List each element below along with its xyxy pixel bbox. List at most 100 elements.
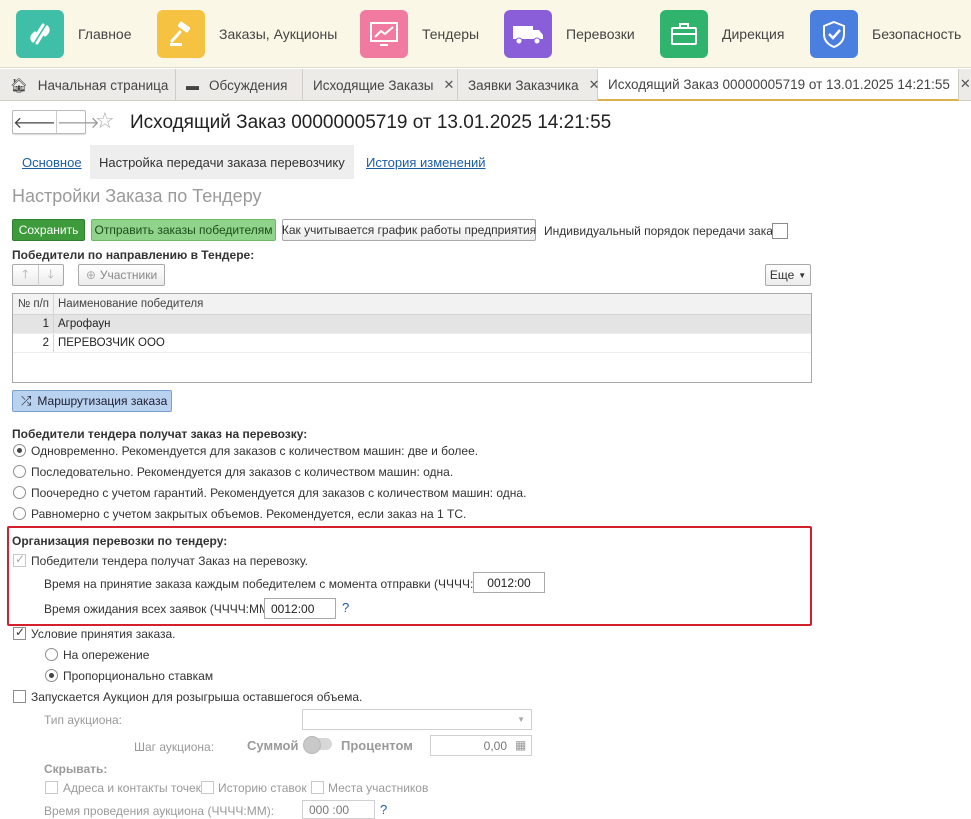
step-mode-toggle[interactable] — [303, 736, 332, 754]
tab-current-order[interactable]: Исходящий Заказ 00000005719 от 13.01.202… — [598, 69, 971, 101]
close-icon[interactable]: ✕ — [960, 76, 971, 92]
add-icon: ⊕ — [85, 268, 96, 282]
radio-sequential[interactable] — [13, 465, 26, 478]
section-orders[interactable]: Заказы, Аукционы — [157, 9, 337, 59]
subtab-main[interactable]: Основное — [22, 145, 82, 179]
tab-home[interactable]: 🏠︎ Начальная страница — [0, 69, 176, 101]
auction-duration-input[interactable]: 000 :00 — [302, 800, 375, 819]
column-number: № п/п — [13, 294, 54, 314]
subtab-transfer-settings[interactable]: Настройка передачи заказа перевозчику — [90, 145, 354, 179]
winners-table: № п/п Наименование победителя 1 Агрофаун… — [12, 293, 812, 383]
truck-icon — [504, 10, 552, 58]
row-number: 2 — [13, 334, 54, 352]
wait-time-input[interactable]: 0012:00 — [264, 598, 336, 619]
section-directorate-label: Дирекция — [722, 26, 785, 42]
send-to-winners-button[interactable]: Отправить заказы победителям — [91, 219, 276, 241]
accept-time-label: Время на принятие заказа каждым победите… — [44, 577, 501, 591]
wait-time-label: Время ожидания всех заявок (ЧЧЧЧ:ММ): — [44, 602, 277, 616]
hide-places-checkbox[interactable] — [311, 781, 324, 794]
star-icon[interactable]: ☆ — [95, 108, 115, 134]
radio-proportional-label: Пропорционально ставкам — [63, 669, 214, 683]
hide-places-label: Места участников — [328, 781, 429, 795]
briefcase-icon — [660, 10, 708, 58]
step-sum-label: Суммой — [247, 738, 299, 753]
history-nav: 🡐 🡒 — [12, 110, 100, 134]
distribution-heading: Победители тендера получат заказ на пере… — [12, 427, 308, 441]
row-number: 1 — [13, 315, 54, 333]
section-tenders[interactable]: Тендеры — [360, 9, 479, 59]
section-tenders-label: Тендеры — [422, 26, 480, 42]
participants-button-label: Участники — [99, 268, 158, 282]
auction-icon — [157, 10, 205, 58]
accept-time-input[interactable]: 0012:00 — [473, 572, 545, 593]
individual-order-checkbox[interactable] — [772, 223, 788, 239]
help-icon[interactable]: ? — [380, 802, 387, 817]
section-title: Настройки Заказа по Тендеру — [12, 186, 262, 206]
main-icon — [16, 10, 64, 58]
section-transport-label: Перевозки — [566, 26, 635, 42]
section-main-label: Главное — [78, 26, 132, 42]
work-schedule-button[interactable]: Как учитывается график работы предприяти… — [282, 219, 536, 241]
forward-arrow-icon[interactable]: 🡒 — [55, 111, 100, 133]
winners-receive-label: Победители тендера получат Заказ на пере… — [31, 554, 309, 568]
tab-discussions[interactable]: ▬ Обсуждения — [176, 69, 303, 101]
individual-order-label: Индивидуальный порядок передачи заказа: — [544, 224, 789, 238]
tab-outgoing-orders[interactable]: Исходящие Заказы ✕ — [303, 69, 458, 101]
section-directorate[interactable]: Дирекция — [660, 9, 784, 59]
auction-type-select[interactable]: ▼ — [302, 709, 532, 730]
move-up-icon[interactable]: 🡑 — [13, 265, 38, 286]
radio-ahead[interactable] — [45, 648, 58, 661]
move-down-icon[interactable]: 🡓 — [37, 264, 64, 286]
help-icon[interactable]: ? — [342, 600, 349, 615]
chevron-down-icon: ▼ — [517, 715, 525, 724]
radio-even[interactable] — [13, 507, 26, 520]
save-button[interactable]: Сохранить — [12, 219, 85, 241]
routing-button[interactable]: ⤮ Маршрутизация заказа — [12, 390, 172, 412]
tab-current-order-label: Исходящий Заказ 00000005719 от 13.01.202… — [608, 76, 950, 92]
page-title: Исходящий Заказ 00000005719 от 13.01.202… — [130, 112, 612, 133]
participants-button[interactable]: ⊕ Участники — [78, 264, 165, 286]
radio-proportional[interactable] — [45, 669, 58, 682]
hide-history-label: Историю ставок — [218, 781, 307, 795]
section-transport[interactable]: Перевозки — [504, 9, 635, 59]
home-icon: 🏠︎ — [10, 76, 28, 93]
hide-addresses-label: Адреса и контакты точек — [63, 781, 201, 795]
more-button[interactable]: Еще ▼ — [765, 264, 811, 286]
table-row[interactable]: 1 Агрофаун — [13, 315, 811, 334]
discussion-icon: ▬ — [186, 77, 199, 93]
hide-heading: Скрывать: — [44, 762, 108, 776]
acceptance-condition-checkbox[interactable] — [13, 625, 26, 640]
chart-icon — [360, 10, 408, 58]
auction-duration-label: Время проведения аукциона (ЧЧЧЧ:ММ): — [44, 804, 275, 818]
table-header: № п/п Наименование победителя — [13, 294, 811, 315]
routing-button-label: Маршрутизация заказа — [37, 394, 168, 408]
close-icon[interactable]: ✕ — [443, 77, 454, 93]
hide-history-checkbox[interactable] — [201, 781, 214, 794]
shield-icon — [810, 10, 858, 58]
organization-heading: Организация перевозки по тендеру: — [12, 534, 228, 548]
calculator-icon[interactable]: ▦ — [515, 738, 526, 752]
radio-simultaneous[interactable] — [13, 444, 26, 457]
table-row[interactable]: 2 ПЕРЕВОЗЧИК ООО — [13, 334, 811, 353]
radio-simultaneous-label: Одновременно. Рекомендуется для заказов … — [31, 444, 479, 458]
radio-guarantees-label: Поочередно с учетом гарантий. Рекомендуе… — [31, 486, 527, 500]
open-tabs-bar: 🏠︎ Начальная страница ▬ Обсуждения Исход… — [0, 69, 971, 101]
radio-sequential-label: Последовательно. Рекомендуется для заказ… — [31, 465, 454, 479]
auction-label: Запускается Аукцион для розыгрыша оставш… — [31, 690, 363, 704]
tab-discussions-label: Обсуждения — [209, 77, 288, 93]
tab-customer-requests-label: Заявки Заказчика — [468, 77, 579, 93]
acceptance-condition-label: Условие принятия заказа. — [31, 627, 176, 641]
section-main[interactable]: Главное — [16, 9, 132, 59]
subtab-history[interactable]: История изменений — [366, 145, 486, 179]
hide-addresses-checkbox[interactable] — [45, 781, 58, 794]
chevron-down-icon: ▼ — [798, 270, 807, 280]
radio-guarantees[interactable] — [13, 486, 26, 499]
move-buttons: 🡑 🡓 — [12, 264, 64, 286]
row-name: ПЕРЕВОЗЧИК ООО — [58, 337, 165, 349]
back-arrow-icon[interactable]: 🡐 — [13, 111, 56, 133]
tab-customer-requests[interactable]: Заявки Заказчика ✕ — [458, 69, 600, 101]
auction-type-label: Тип аукциона: — [44, 713, 123, 727]
winners-receive-checkbox[interactable] — [13, 552, 26, 567]
auction-checkbox[interactable] — [13, 690, 26, 703]
section-security[interactable]: Безопасность — [810, 9, 961, 59]
